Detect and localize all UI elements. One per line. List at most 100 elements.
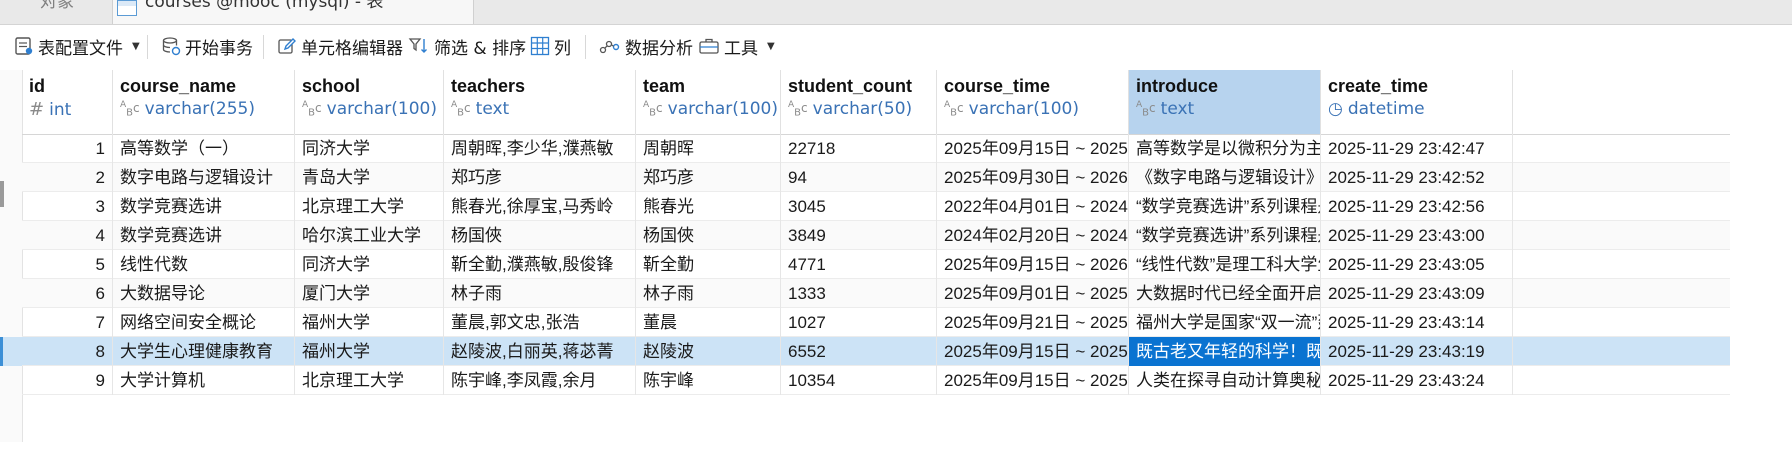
cell-student-count[interactable]: 94 — [781, 163, 937, 192]
cell-course-time[interactable]: 2025年09月15日 ~ 2025 — [937, 366, 1129, 395]
current-row-marker[interactable] — [0, 337, 22, 366]
cell-course-name[interactable]: 数学竞赛选讲 — [113, 221, 295, 250]
cell-course-time[interactable]: 2025年09月15日 ~ 2025 — [937, 337, 1129, 366]
cell-course-name[interactable]: 大学计算机 — [113, 366, 295, 395]
cell-id[interactable]: 1 — [22, 134, 113, 163]
table-row[interactable]: 4 数学竞赛选讲 哈尔滨工业大学 杨国俠 杨国俠 3849 2024年02月20日 ~ 20… — [22, 221, 1730, 250]
cell-student-count[interactable]: 1333 — [781, 279, 937, 308]
cell-school[interactable]: 北京理工大学 — [295, 366, 444, 395]
cell-introduce[interactable]: 高等数学是以微积分为主要 — [1129, 134, 1321, 163]
table-row[interactable]: 7 网络空间安全概论 福州大学 董晨,郭文忠,张浩 董晨 1027 2025年09月21日 … — [22, 308, 1730, 337]
column-header-team[interactable]: team ABc varchar(100) — [636, 70, 781, 134]
cell-student-count[interactable]: 10354 — [781, 366, 937, 395]
cell-create-time[interactable]: 2025-11-29 23:43:24 — [1321, 366, 1513, 395]
cell-teachers[interactable]: 林子雨 — [444, 279, 636, 308]
table-row[interactable]: 1 高等数学（一） 同济大学 周朝晖,李少华,濮燕敏 周朝晖 22718 2025年09月1… — [22, 134, 1730, 163]
cell-student-count[interactable]: 3045 — [781, 192, 937, 221]
cell-id[interactable]: 8 — [22, 337, 113, 366]
cell-course-name[interactable]: 线性代数 — [113, 250, 295, 279]
cell-school[interactable]: 厦门大学 — [295, 279, 444, 308]
cell-course-name[interactable]: 网络空间安全概论 — [113, 308, 295, 337]
cell-teachers[interactable]: 熊春光,徐厚宝,马秀岭 — [444, 192, 636, 221]
cell-id[interactable]: 2 — [22, 163, 113, 192]
cell-team[interactable]: 董晨 — [636, 308, 781, 337]
tab-courses-table[interactable]: courses @mooc (mysql) - 表 — [112, 0, 474, 24]
cell-teachers[interactable]: 靳全勤,濮燕敏,殷俊锋 — [444, 250, 636, 279]
cell-student-count[interactable]: 22718 — [781, 134, 937, 163]
row-marker[interactable] — [0, 163, 22, 192]
table-config-button[interactable]: 表配置文件 ▼ — [14, 33, 140, 59]
cell-student-count[interactable]: 6552 — [781, 337, 937, 366]
cell-id[interactable]: 5 — [22, 250, 113, 279]
cell-team[interactable]: 熊春光 — [636, 192, 781, 221]
cell-course-time[interactable]: 2025年09月15日 ~ 2026 — [937, 250, 1129, 279]
row-marker[interactable] — [0, 279, 22, 308]
cell-course-name[interactable]: 大学生心理健康教育 — [113, 337, 295, 366]
row-marker[interactable] — [0, 366, 22, 395]
cell-course-name[interactable]: 数学竞赛选讲 — [113, 192, 295, 221]
cell-student-count[interactable]: 3849 — [781, 221, 937, 250]
tools-button[interactable]: 工具 ▼ — [698, 33, 775, 59]
cell-introduce[interactable]: 大数据时代已经全面开启, — [1129, 279, 1321, 308]
column-header-create-time[interactable]: create_time ◷ datetime — [1321, 70, 1513, 134]
cell-introduce[interactable]: 人类在探寻自动计算奥秘的 — [1129, 366, 1321, 395]
cell-course-name[interactable]: 大数据导论 — [113, 279, 295, 308]
cell-teachers[interactable]: 杨国俠 — [444, 221, 636, 250]
table-row[interactable]: 3 数学竞赛选讲 北京理工大学 熊春光,徐厚宝,马秀岭 熊春光 3045 2022年04月0… — [22, 192, 1730, 221]
cell-course-time[interactable]: 2025年09月30日 ~ 2026 — [937, 163, 1129, 192]
cell-editor-button[interactable]: 单元格编辑器 — [277, 33, 403, 59]
cell-school[interactable]: 同济大学 — [295, 134, 444, 163]
cell-create-time[interactable]: 2025-11-29 23:43:14 — [1321, 308, 1513, 337]
table-row[interactable]: 2 数字电路与逻辑设计 青岛大学 郑巧彦 郑巧彦 94 2025年09月30日 ~ 2026… — [22, 163, 1730, 192]
cell-team[interactable]: 赵陵波 — [636, 337, 781, 366]
cell-course-time[interactable]: 2024年02月20日 ~ 2024 — [937, 221, 1129, 250]
column-header-introduce[interactable]: introduce ABc text — [1129, 70, 1321, 134]
cell-id[interactable]: 4 — [22, 221, 113, 250]
row-marker[interactable] — [0, 308, 22, 337]
cell-course-time[interactable]: 2022年04月01日 ~ 2024 — [937, 192, 1129, 221]
table-row[interactable]: 8 大学生心理健康教育 福州大学 赵陵波,白丽英,蒋苾菁 赵陵波 6552 2025年09月… — [22, 337, 1730, 366]
columns-button[interactable]: 列 — [530, 33, 571, 59]
cell-teachers[interactable]: 董晨,郭文忠,张浩 — [444, 308, 636, 337]
cell-introduce[interactable]: 既古老又年轻的科学！既是 — [1129, 337, 1321, 366]
cell-course-name[interactable]: 数字电路与逻辑设计 — [113, 163, 295, 192]
column-header-student-count[interactable]: student_count ABc varchar(50) — [781, 70, 937, 134]
cell-create-time[interactable]: 2025-11-29 23:43:00 — [1321, 221, 1513, 250]
cell-school[interactable]: 青岛大学 — [295, 163, 444, 192]
cell-id[interactable]: 3 — [22, 192, 113, 221]
cell-school[interactable]: 福州大学 — [295, 337, 444, 366]
cell-teachers[interactable]: 陈宇峰,李凤霞,余月 — [444, 366, 636, 395]
cell-introduce[interactable]: 《数字电路与逻辑设计》 — [1129, 163, 1321, 192]
cell-teachers[interactable]: 赵陵波,白丽英,蒋苾菁 — [444, 337, 636, 366]
cell-team[interactable]: 林子雨 — [636, 279, 781, 308]
cell-team[interactable]: 周朝晖 — [636, 134, 781, 163]
cell-school[interactable]: 同济大学 — [295, 250, 444, 279]
cell-course-time[interactable]: 2025年09月21日 ~ 2025 — [937, 308, 1129, 337]
filter-sort-button[interactable]: 筛选 & 排序 — [408, 33, 526, 59]
cell-create-time[interactable]: 2025-11-29 23:42:56 — [1321, 192, 1513, 221]
column-header-course-name[interactable]: course_name ABc varchar(255) — [113, 70, 295, 134]
row-marker[interactable] — [0, 134, 22, 163]
row-marker[interactable] — [0, 221, 22, 250]
cell-id[interactable]: 6 — [22, 279, 113, 308]
cell-create-time[interactable]: 2025-11-29 23:43:05 — [1321, 250, 1513, 279]
cell-school[interactable]: 哈尔滨工业大学 — [295, 221, 444, 250]
cell-create-time[interactable]: 2025-11-29 23:43:19 — [1321, 337, 1513, 366]
cell-team[interactable]: 郑巧彦 — [636, 163, 781, 192]
cell-student-count[interactable]: 4771 — [781, 250, 937, 279]
cell-team[interactable]: 杨国俠 — [636, 221, 781, 250]
cell-course-time[interactable]: 2025年09月01日 ~ 2025 — [937, 279, 1129, 308]
column-header-teachers[interactable]: teachers ABc text — [444, 70, 636, 134]
table-row[interactable]: 5 线性代数 同济大学 靳全勤,濮燕敏,殷俊锋 靳全勤 4771 2025年09月15日 ~… — [22, 250, 1730, 279]
tab-objects[interactable]: 对象 — [0, 0, 110, 24]
cell-id[interactable]: 9 — [22, 366, 113, 395]
data-analysis-button[interactable]: 数据分析 — [599, 33, 693, 59]
cell-introduce[interactable]: 福州大学是国家“双一流”建 — [1129, 308, 1321, 337]
cell-create-time[interactable]: 2025-11-29 23:42:52 — [1321, 163, 1513, 192]
cell-teachers[interactable]: 周朝晖,李少华,濮燕敏 — [444, 134, 636, 163]
cell-introduce[interactable]: “数学竞赛选讲”系列课程是 — [1129, 192, 1321, 221]
cell-create-time[interactable]: 2025-11-29 23:43:09 — [1321, 279, 1513, 308]
cell-introduce[interactable]: “数学竞赛选讲”系列课程是 — [1129, 221, 1321, 250]
cell-team[interactable]: 靳全勤 — [636, 250, 781, 279]
cell-teachers[interactable]: 郑巧彦 — [444, 163, 636, 192]
